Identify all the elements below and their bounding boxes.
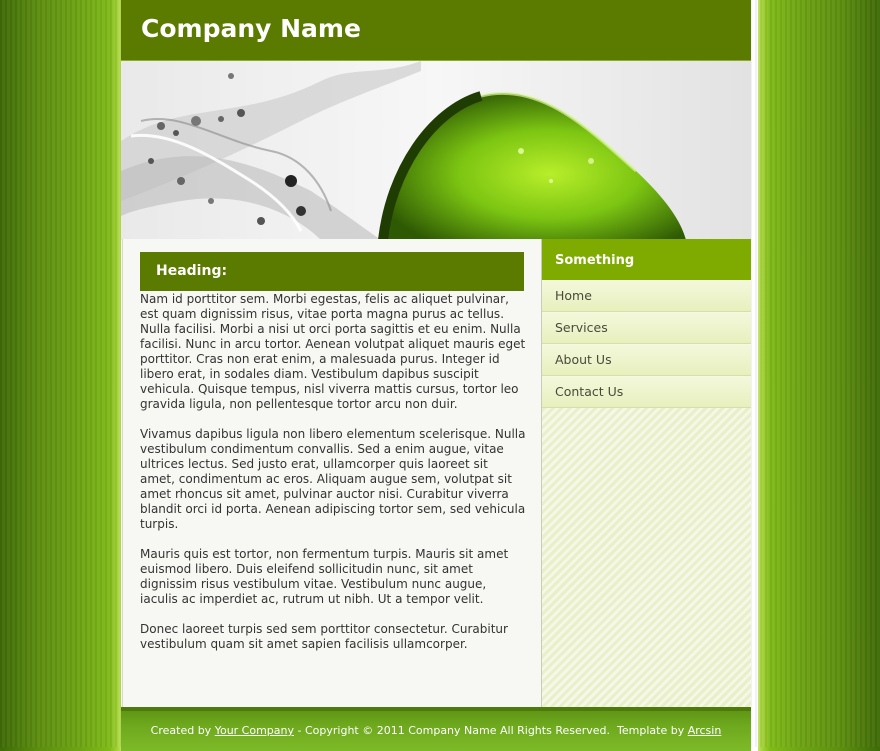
sidebar-item-services[interactable]: Services <box>542 312 751 344</box>
main-content: Heading: Nam id porttitor sem. Morbi ege… <box>122 239 542 707</box>
footer-copyright: - Copyright © 2011 Company Name All Righ… <box>294 724 611 737</box>
site-header: Company Name <box>121 0 751 60</box>
sidebar-item-label[interactable]: About Us <box>555 352 612 367</box>
content-heading: Heading: <box>140 252 524 291</box>
sidebar-item-label[interactable]: Contact Us <box>555 384 623 399</box>
footer-template-by: Template by <box>617 724 688 737</box>
page-wrapper: Company Name Heading: Nam id porttitor s… <box>121 0 751 751</box>
footer-created-by: Created by <box>150 724 215 737</box>
footer-company-link[interactable]: Your Company <box>215 724 294 737</box>
sidebar-title: Something <box>555 253 635 268</box>
sidebar-item-contact-us[interactable]: Contact Us <box>542 376 751 408</box>
paragraph: Donec laoreet turpis sed sem porttitor c… <box>140 622 508 651</box>
sidebar-heading: Something <box>542 239 751 280</box>
sidebar-item-label[interactable]: Home <box>555 288 592 303</box>
footer-author-link[interactable]: Arcsin <box>688 724 722 737</box>
paragraph: Mauris quis est tortor, non fermentum tu… <box>140 547 509 606</box>
content-body: Nam id porttitor sem. Morbi egestas, fel… <box>140 292 526 667</box>
sidebar-item-label[interactable]: Services <box>555 320 608 335</box>
lime-splash-photo <box>121 61 751 240</box>
footer-text: Created by Your Company - Copyright © 20… <box>121 724 751 737</box>
sidebar-nav: Home Services About Us Contact Us <box>542 280 751 408</box>
paragraph: Nam id porttitor sem. Morbi egestas, fel… <box>140 292 526 411</box>
sidebar-item-home[interactable]: Home <box>542 280 751 312</box>
sidebar-item-about-us[interactable]: About Us <box>542 344 751 376</box>
content-heading-text: Heading: <box>156 263 228 279</box>
paragraph: Vivamus dapibus ligula non libero elemen… <box>140 427 526 531</box>
site-footer: Created by Your Company - Copyright © 20… <box>121 707 751 751</box>
sidebar: Something Home Services About Us Contact… <box>541 239 751 707</box>
company-name[interactable]: Company Name <box>141 14 361 43</box>
banner-lime-image <box>121 60 751 240</box>
